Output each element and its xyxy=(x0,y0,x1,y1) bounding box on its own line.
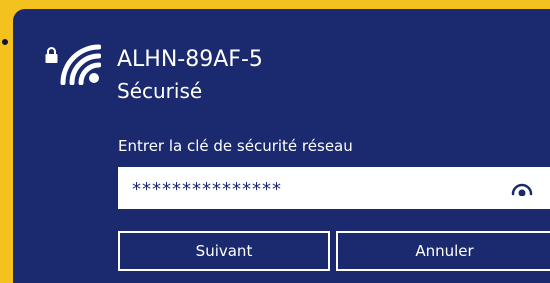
cancel-button[interactable]: Annuler xyxy=(336,231,550,271)
indicator-dot xyxy=(0,37,10,47)
network-security-status: Sécurisé xyxy=(117,79,203,103)
reveal-password-icon[interactable] xyxy=(511,182,533,196)
security-key-value: *************** xyxy=(132,179,282,200)
wifi-icon xyxy=(60,44,101,85)
security-key-input[interactable]: *************** xyxy=(118,167,550,209)
next-button[interactable]: Suivant xyxy=(118,231,330,271)
network-ssid: ALHN-89AF-5 xyxy=(117,47,263,72)
security-key-label: Entrer la clé de sécurité réseau xyxy=(118,137,353,155)
wifi-connect-panel: ALHN-89AF-5 Sécurisé Entrer la clé de sé… xyxy=(13,9,550,283)
lock-icon xyxy=(45,47,58,63)
